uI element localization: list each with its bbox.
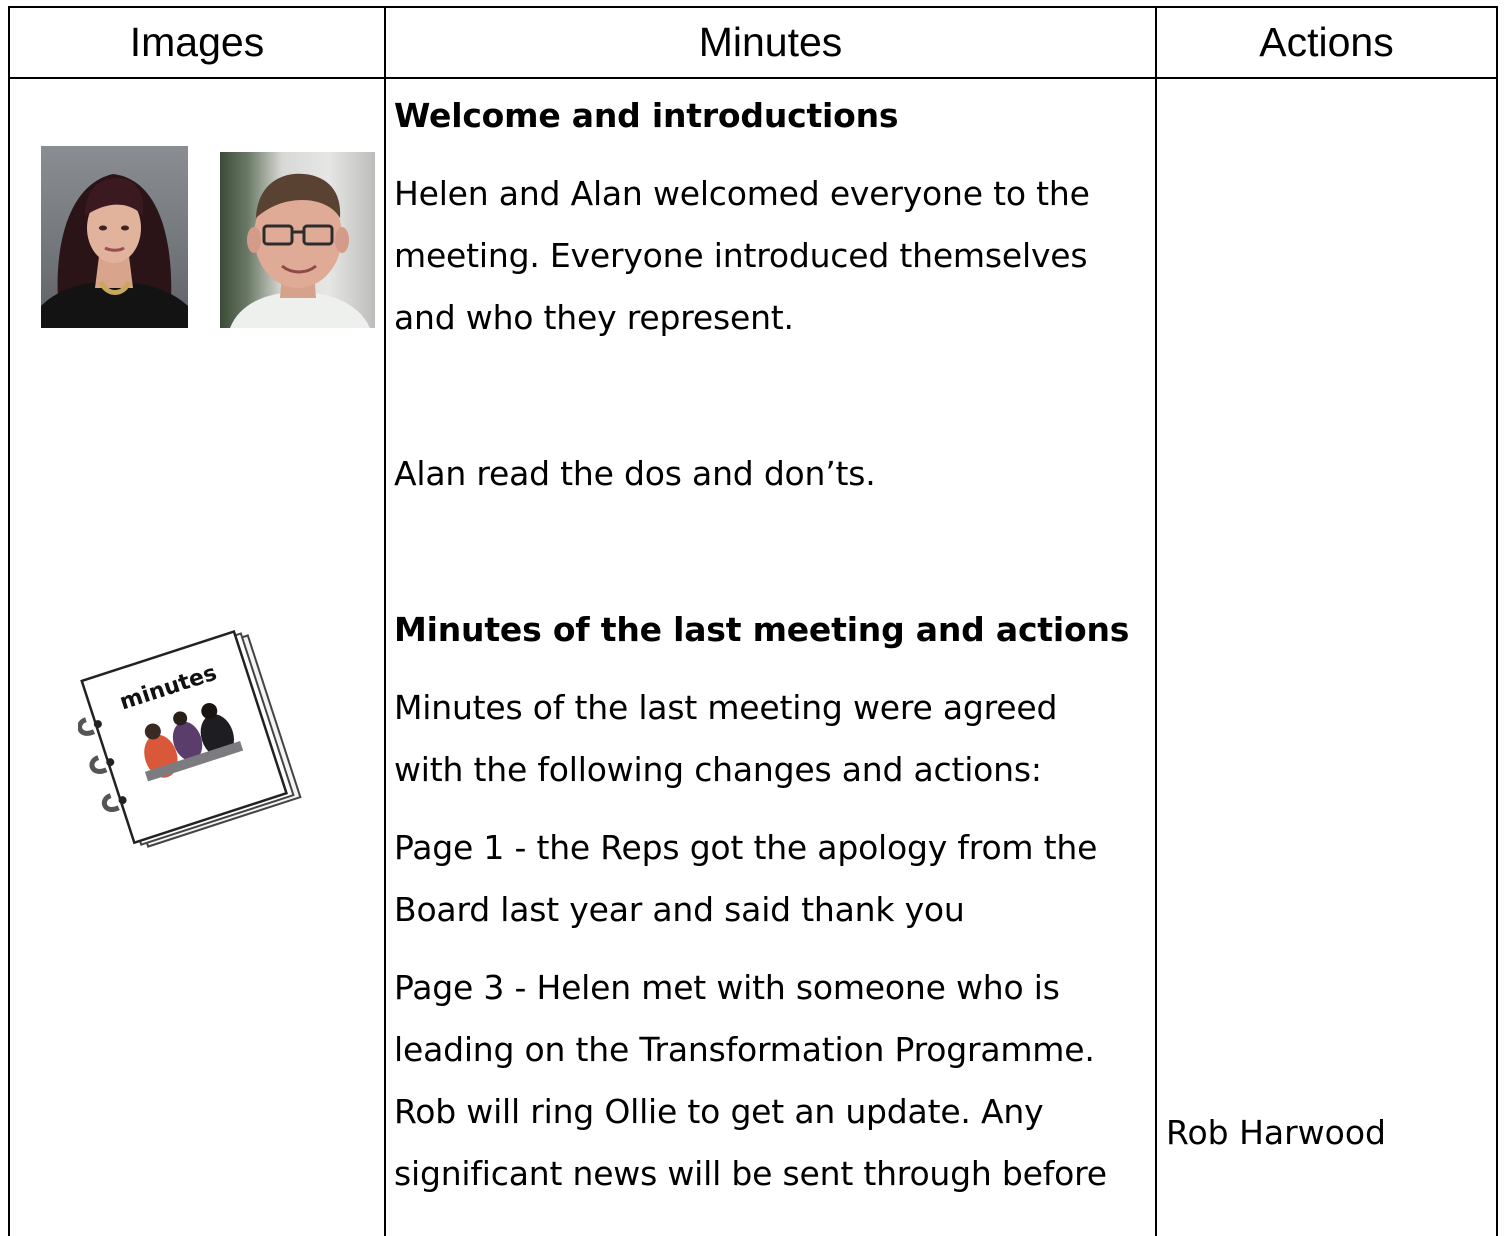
- column-divider-minutes-actions: [1155, 6, 1157, 1236]
- action-owner-rob-harwood: Rob Harwood: [1166, 1113, 1386, 1152]
- minutes-line: with the following changes and actions:: [394, 750, 1042, 789]
- minutes-notebook-icon: minutes: [77, 626, 308, 856]
- minutes-line: Board last year and said thank you: [394, 890, 965, 929]
- helen-photo: [41, 146, 188, 328]
- minutes-line: Rob will ring Ollie to get an update. An…: [394, 1092, 1044, 1131]
- minutes-line: significant news will be sent through be…: [394, 1154, 1107, 1193]
- minutes-line: Minutes of the last meeting were agreed: [394, 688, 1058, 727]
- table-header-border: [8, 77, 1498, 79]
- minutes-line: Page 3 - Helen met with someone who is: [394, 968, 1060, 1007]
- section-heading-welcome: Welcome and introductions: [394, 96, 899, 135]
- minutes-line: Alan read the dos and don’ts.: [394, 454, 876, 493]
- minutes-line: leading on the Transformation Programme.: [394, 1030, 1095, 1069]
- minutes-line: meeting. Everyone introduced themselves: [394, 236, 1088, 275]
- column-header-images: Images: [129, 19, 265, 65]
- section-heading-last-minutes: Minutes of the last meeting and actions: [394, 610, 1130, 649]
- alan-photo: [220, 152, 375, 328]
- minutes-line: Helen and Alan welcomed everyone to the: [394, 174, 1090, 213]
- minutes-line: and who they represent.: [394, 298, 794, 337]
- table-right-border: [1496, 6, 1498, 1236]
- minutes-table: Images Minutes Actions minutes Welcome a…: [8, 6, 1498, 1236]
- column-divider-images-minutes: [384, 6, 386, 1236]
- column-header-actions: Actions: [1259, 19, 1394, 65]
- column-header-minutes: Minutes: [698, 19, 843, 65]
- table-left-border: [8, 6, 10, 1236]
- minutes-line: Page 1 - the Reps got the apology from t…: [394, 828, 1098, 867]
